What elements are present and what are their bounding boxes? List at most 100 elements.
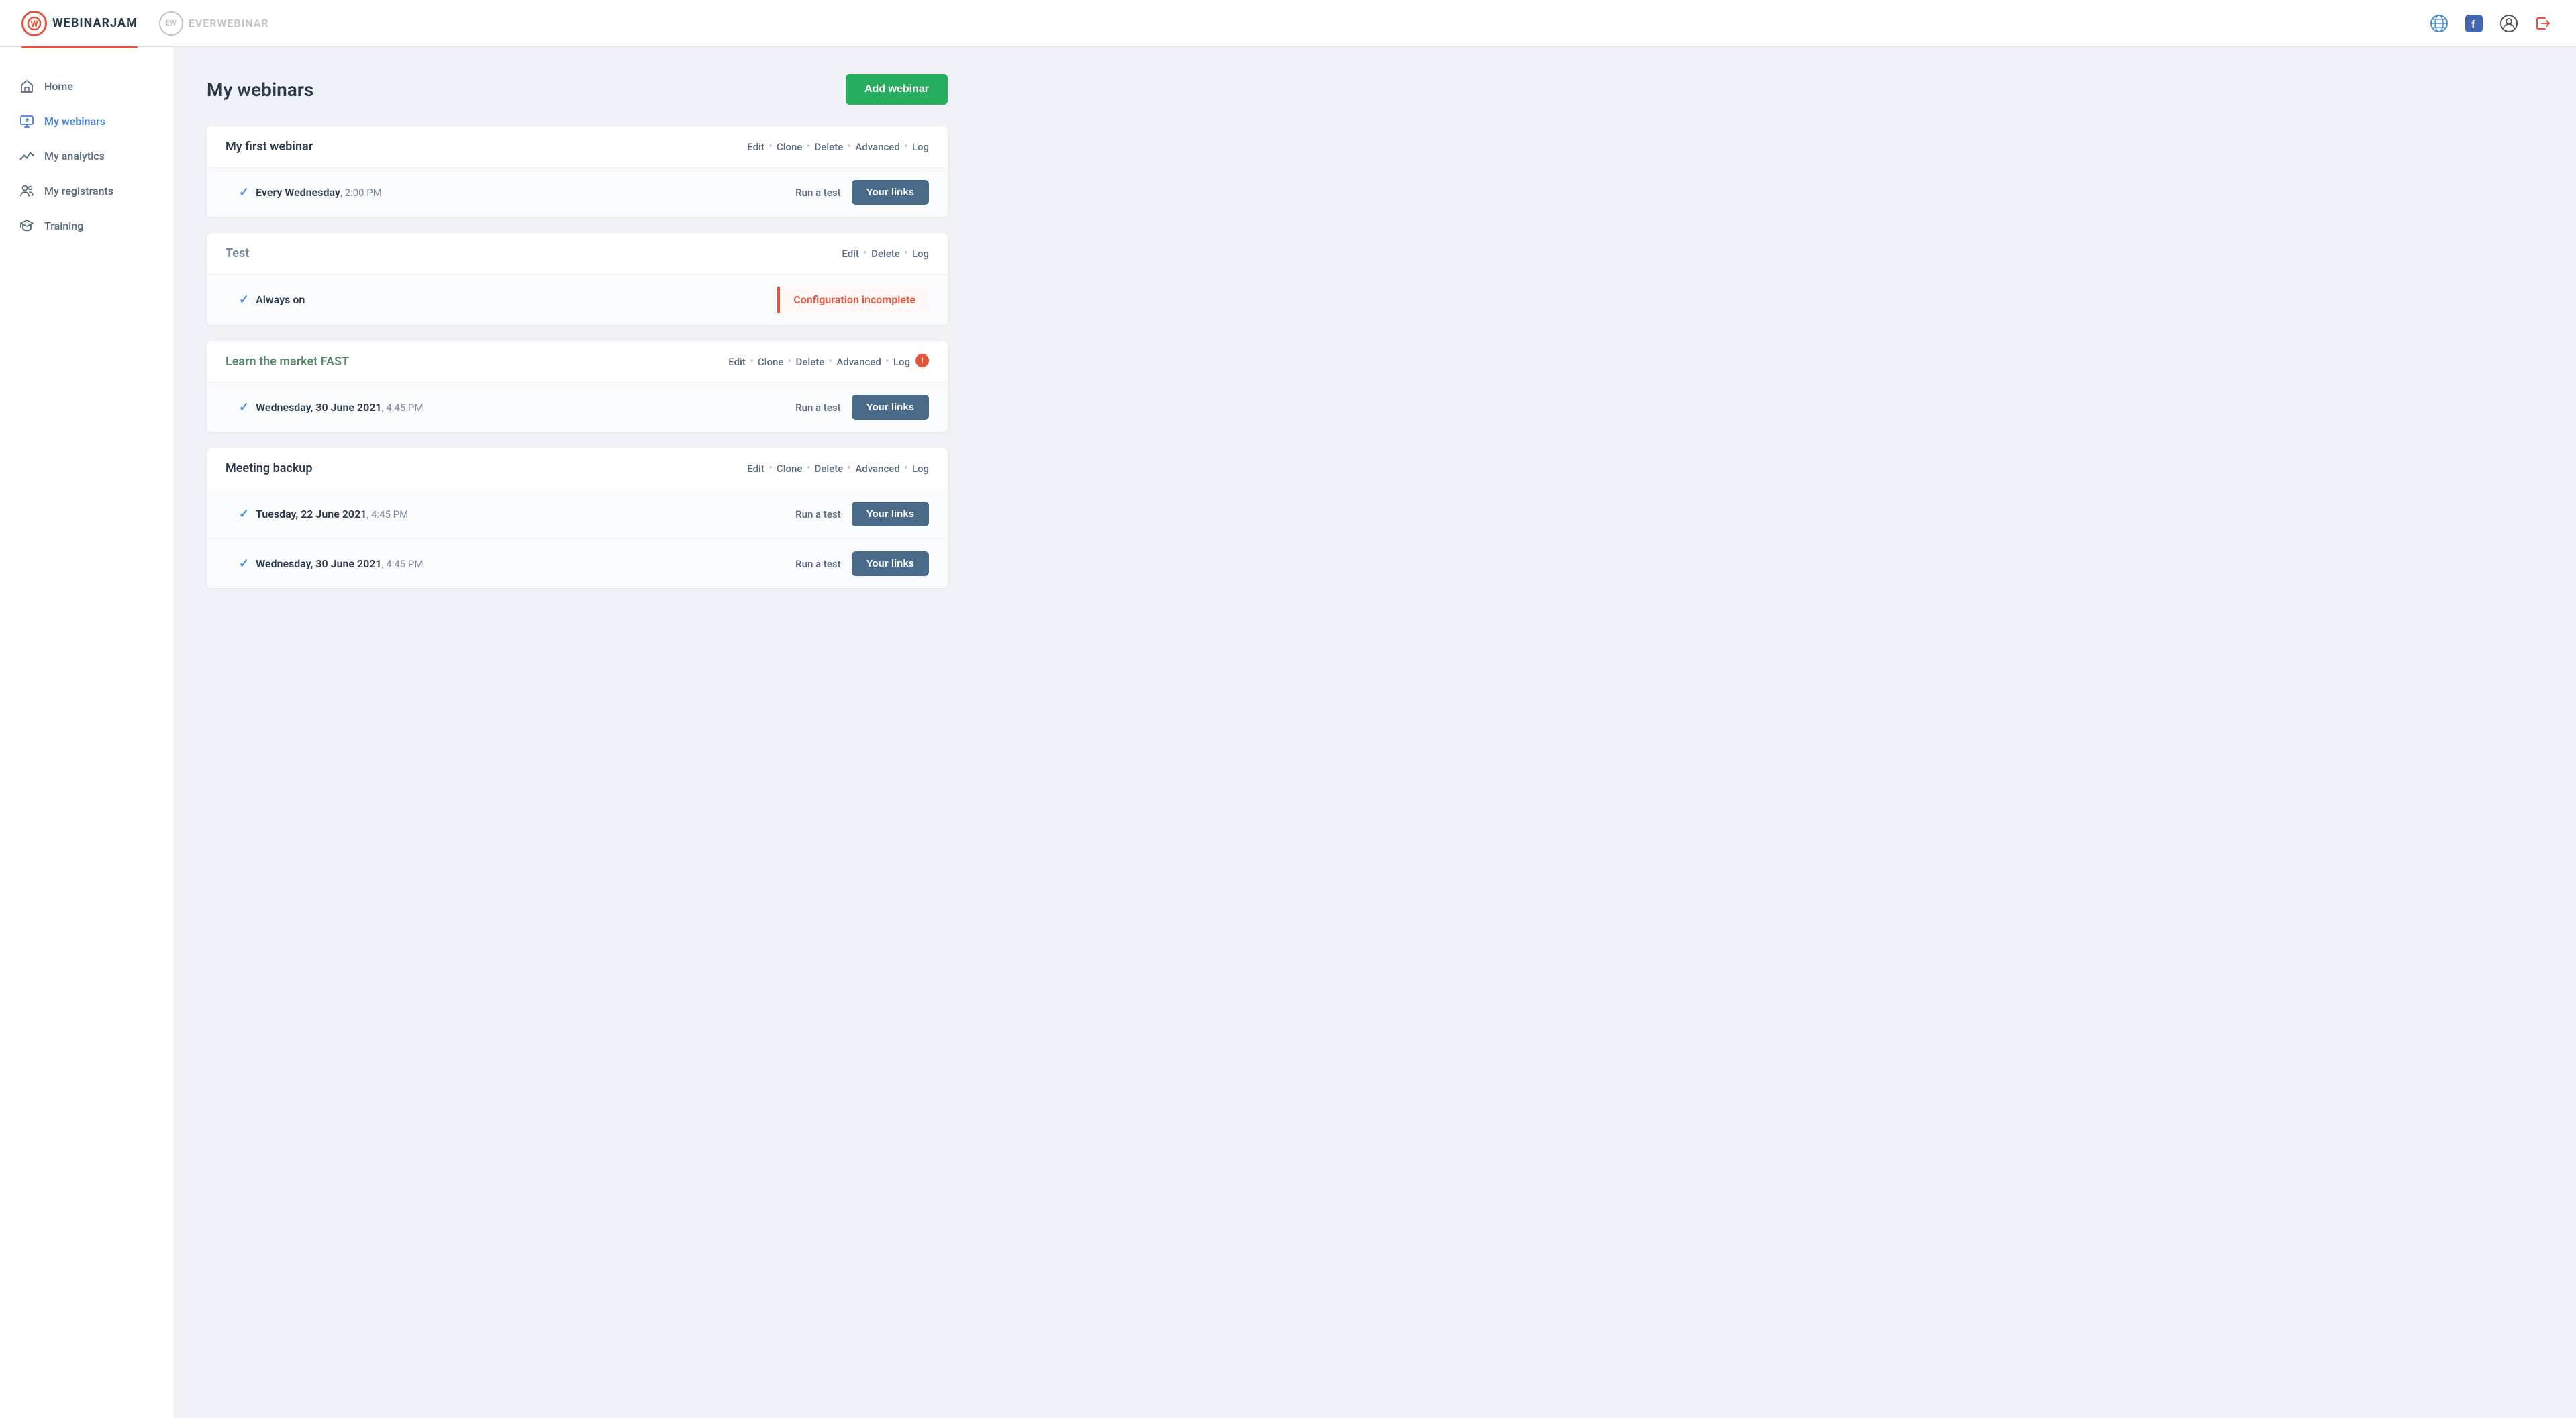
webinar-actions-first-webinar: Edit • Clone • Delete • Advanced • Log xyxy=(747,141,929,153)
run-test-first-webinar-0[interactable]: Run a test xyxy=(795,187,840,199)
wj-logo-text: WEBINARJAM xyxy=(52,16,138,30)
webinar-actions-learn-market: Edit • Clone • Delete • Advanced • Log ! xyxy=(728,355,929,369)
page-title: My webinars xyxy=(207,79,313,101)
topnav-logos: W WEBINARJAM EW EVERWEBINAR xyxy=(21,11,269,36)
sidebar-item-my-webinars[interactable]: My webinars xyxy=(0,103,174,138)
action-log-test[interactable]: Log xyxy=(912,248,929,260)
webinarjam-logo[interactable]: W WEBINARJAM xyxy=(21,11,138,36)
session-row-first-webinar-0: ✓ Every Wednesday, 2:00 PM Run a test Yo… xyxy=(207,168,948,217)
logout-icon[interactable] xyxy=(2533,13,2555,34)
your-links-button-learn-market-0[interactable]: Your links xyxy=(852,395,929,420)
action-edit-learn-market[interactable]: Edit xyxy=(728,356,746,368)
check-icon: ✓ xyxy=(239,185,249,199)
run-test-learn-market-0[interactable]: Run a test xyxy=(795,401,840,414)
run-test-meeting-backup-0[interactable]: Run a test xyxy=(795,508,840,520)
session-schedule-meeting-backup-0: Tuesday, 22 June 2021, 4:45 PM xyxy=(256,508,408,520)
session-right-test-0: Configuration incomplete xyxy=(777,287,929,313)
home-icon xyxy=(19,78,35,94)
add-webinar-button[interactable]: Add webinar xyxy=(846,74,948,105)
action-advanced-first-webinar[interactable]: Advanced xyxy=(855,141,899,153)
sidebar-item-training[interactable]: Training xyxy=(0,208,174,243)
session-info-meeting-backup-1: ✓ Wednesday, 30 June 2021, 4:45 PM xyxy=(239,557,423,571)
session-info-meeting-backup-0: ✓ Tuesday, 22 June 2021, 4:45 PM xyxy=(239,507,408,521)
action-delete-learn-market[interactable]: Delete xyxy=(796,356,825,368)
session-schedule-first-webinar-0: Every Wednesday, 2:00 PM xyxy=(256,186,382,199)
my-webinars-icon xyxy=(19,113,35,129)
session-schedule-test-0: Always on xyxy=(256,293,305,306)
session-time-first-webinar-0: , 2:00 PM xyxy=(340,187,382,199)
webinar-card-meeting-backup: Meeting backup Edit • Clone • Delete • A… xyxy=(207,448,948,588)
session-right-meeting-backup-0: Run a test Your links xyxy=(795,502,929,526)
session-right-meeting-backup-1: Run a test Your links xyxy=(795,551,929,576)
action-edit-first-webinar[interactable]: Edit xyxy=(747,141,764,153)
session-info-test-0: ✓ Always on xyxy=(239,293,305,307)
wj-logo-circle: W xyxy=(21,11,47,36)
webinar-name-meeting-backup: Meeting backup xyxy=(226,461,312,475)
webinar-actions-meeting-backup: Edit • Clone • Delete • Advanced • Log xyxy=(747,463,929,475)
everwebinar-logo[interactable]: EW EVERWEBINAR xyxy=(159,11,269,36)
user-icon[interactable] xyxy=(2498,13,2520,34)
check-icon-test: ✓ xyxy=(239,293,249,307)
session-time-learn-market-0: , 4:45 PM xyxy=(382,401,424,414)
session-info-first-webinar-0: ✓ Every Wednesday, 2:00 PM xyxy=(239,185,382,199)
sidebar-item-my-analytics[interactable]: My analytics xyxy=(0,138,174,173)
config-incomplete-badge: Configuration incomplete xyxy=(777,287,929,313)
config-incomplete-text: Configuration incomplete xyxy=(793,293,915,306)
webinar-name-test: Test xyxy=(226,246,249,261)
session-info-learn-market-0: ✓ Wednesday, 30 June 2021, 4:45 PM xyxy=(239,400,423,414)
webinar-actions-test: Edit • Delete • Log xyxy=(842,248,929,260)
action-clone-first-webinar[interactable]: Clone xyxy=(777,141,803,153)
webinar-header-first-webinar: My first webinar Edit • Clone • Delete •… xyxy=(207,126,948,168)
action-delete-meeting-backup[interactable]: Delete xyxy=(815,463,844,475)
sidebar-item-my-registrants-label: My registrants xyxy=(44,185,113,197)
webinar-card-learn-market: Learn the market FAST Edit • Clone • Del… xyxy=(207,341,948,432)
sidebar: Home My webinars xyxy=(0,47,175,1418)
action-log-first-webinar[interactable]: Log xyxy=(912,141,929,153)
your-links-button-meeting-backup-0[interactable]: Your links xyxy=(852,502,929,526)
sidebar-item-home[interactable]: Home xyxy=(0,68,174,103)
action-advanced-meeting-backup[interactable]: Advanced xyxy=(855,463,899,475)
layout: Home My webinars xyxy=(0,47,2576,1418)
ew-initial: EW xyxy=(166,19,177,28)
webinar-card-test: Test Edit • Delete • Log ✓ Always on xyxy=(207,233,948,325)
action-clone-meeting-backup[interactable]: Clone xyxy=(777,463,803,475)
session-schedule-learn-market-0: Wednesday, 30 June 2021, 4:45 PM xyxy=(256,401,423,414)
svg-text:f: f xyxy=(2471,18,2475,31)
check-icon-meeting-backup-1: ✓ xyxy=(239,557,249,571)
ew-logo-text: EVERWEBINAR xyxy=(189,17,269,30)
session-right-learn-market-0: Run a test Your links xyxy=(795,395,929,420)
session-time-meeting-backup-1: , 4:45 PM xyxy=(382,558,424,570)
action-delete-first-webinar[interactable]: Delete xyxy=(815,141,844,153)
wj-logo-icon: W xyxy=(27,16,42,31)
action-delete-test[interactable]: Delete xyxy=(871,248,900,260)
session-row-test-0: ✓ Always on Configuration incomplete xyxy=(207,275,948,325)
sidebar-item-my-registrants[interactable]: My registrants xyxy=(0,173,174,208)
webinar-header-learn-market: Learn the market FAST Edit • Clone • Del… xyxy=(207,341,948,383)
ew-logo-circle: EW xyxy=(159,11,183,36)
svg-text:W: W xyxy=(30,19,38,30)
webinar-name-first-webinar: My first webinar xyxy=(226,140,313,154)
notification-badge-learn-market: ! xyxy=(915,354,929,367)
action-advanced-learn-market[interactable]: Advanced xyxy=(836,356,881,368)
topnav: W WEBINARJAM EW EVERWEBINAR f xyxy=(0,0,2576,47)
run-test-meeting-backup-1[interactable]: Run a test xyxy=(795,558,840,570)
action-edit-test[interactable]: Edit xyxy=(842,248,859,260)
sidebar-item-home-label: Home xyxy=(44,80,73,93)
globe-icon[interactable] xyxy=(2428,13,2450,34)
session-row-learn-market-0: ✓ Wednesday, 30 June 2021, 4:45 PM Run a… xyxy=(207,383,948,432)
action-clone-learn-market[interactable]: Clone xyxy=(758,356,784,368)
webinar-header-test: Test Edit • Delete • Log xyxy=(207,233,948,275)
your-links-button-meeting-backup-1[interactable]: Your links xyxy=(852,551,929,576)
action-log-learn-market[interactable]: Log xyxy=(893,356,910,368)
action-log-meeting-backup[interactable]: Log xyxy=(912,463,929,475)
sidebar-item-my-analytics-label: My analytics xyxy=(44,150,105,162)
training-icon xyxy=(19,218,35,234)
facebook-icon[interactable]: f xyxy=(2463,13,2485,34)
sidebar-item-training-label: Training xyxy=(44,220,83,232)
page-header: My webinars Add webinar xyxy=(207,74,948,105)
webinar-card-first-webinar: My first webinar Edit • Clone • Delete •… xyxy=(207,126,948,217)
webinar-header-meeting-backup: Meeting backup Edit • Clone • Delete • A… xyxy=(207,448,948,489)
action-edit-meeting-backup[interactable]: Edit xyxy=(747,463,764,475)
your-links-button-first-webinar-0[interactable]: Your links xyxy=(852,180,929,205)
sidebar-item-my-webinars-label: My webinars xyxy=(44,115,105,128)
